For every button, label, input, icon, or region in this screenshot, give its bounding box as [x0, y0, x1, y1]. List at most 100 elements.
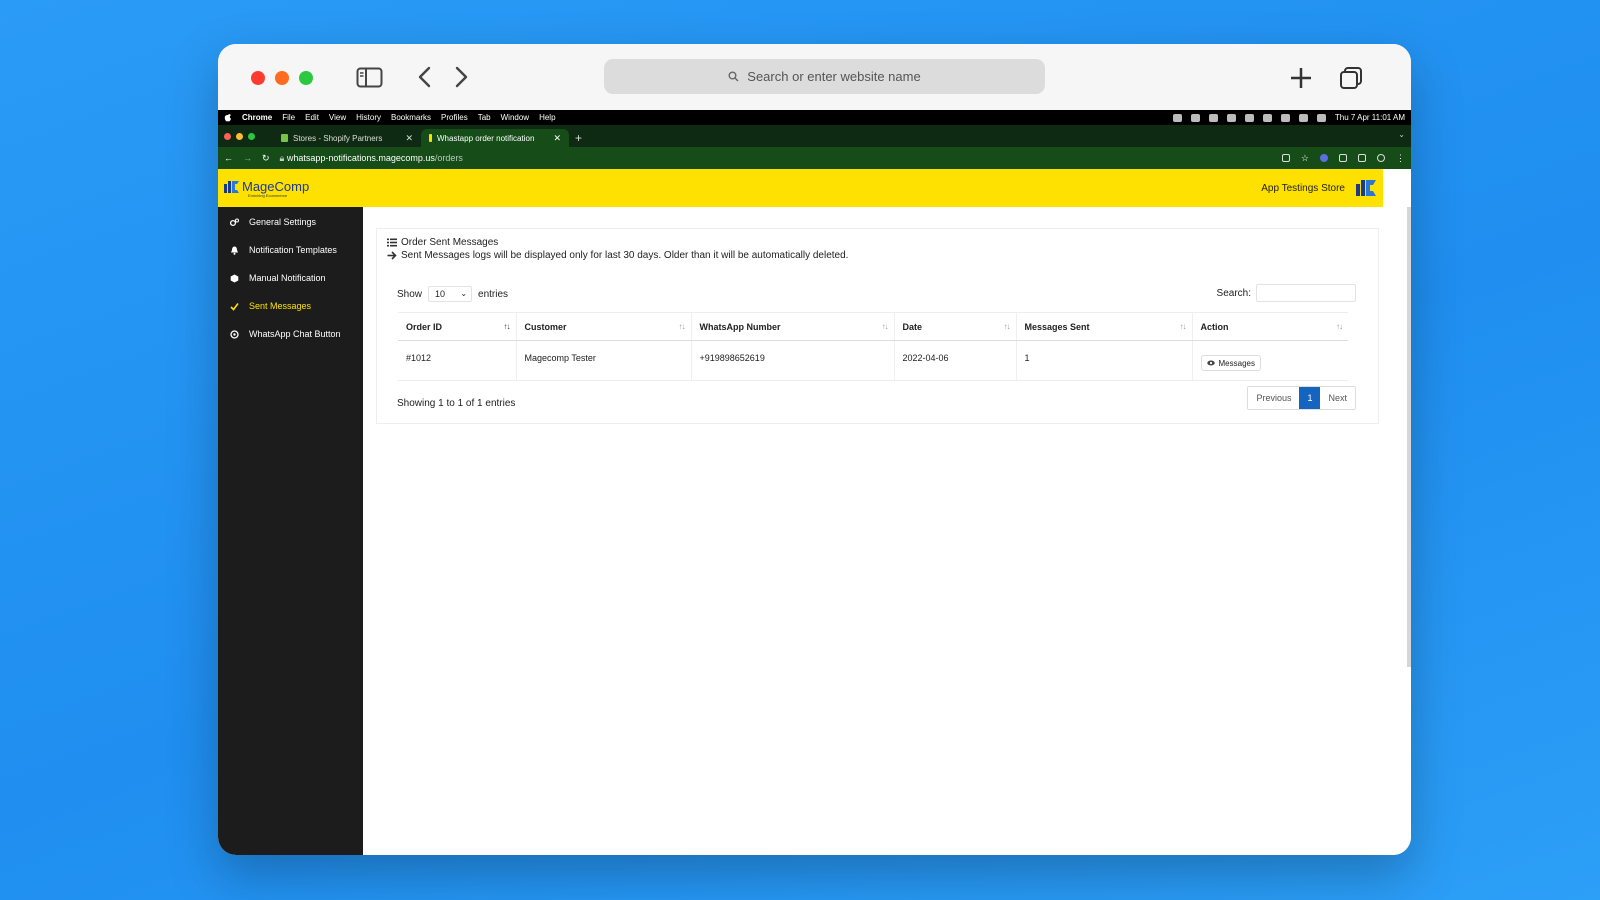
- sidebar-item-label: General Settings: [249, 217, 317, 227]
- whatsapp-icon: [230, 329, 239, 339]
- close-tab-icon[interactable]: ✕: [405, 133, 413, 144]
- share-icon[interactable]: [1281, 154, 1290, 162]
- chrome-forward-icon[interactable]: →: [243, 153, 252, 163]
- menu-bookmarks[interactable]: Bookmarks: [391, 113, 431, 122]
- address-placeholder: Search or enter website name: [747, 69, 921, 84]
- column-header-action[interactable]: Action ↑↓: [1191, 312, 1348, 341]
- gears-icon: [230, 218, 239, 226]
- tab-label: Whastapp order notification: [437, 133, 535, 143]
- url-host: whatsapp-notifications.magecomp.us: [286, 152, 435, 163]
- status-icon[interactable]: [1208, 113, 1218, 122]
- plus-icon[interactable]: [1286, 63, 1316, 93]
- close-tab-icon[interactable]: ✕: [553, 133, 561, 144]
- url-path: /orders: [434, 152, 463, 163]
- sort-icon: ↑↓: [678, 322, 686, 331]
- new-tab-button[interactable]: +: [575, 129, 582, 147]
- lock-icon: 🔒︎: [279, 152, 287, 163]
- bluetooth-icon[interactable]: [1244, 113, 1254, 122]
- menu-file[interactable]: File: [282, 113, 295, 122]
- extension-icon[interactable]: [1320, 154, 1328, 162]
- chrome-close-button[interactable]: [224, 132, 231, 140]
- table-row: #1012 Magecomp Tester +919898652619 2022…: [398, 340, 1348, 381]
- chrome-menu-icon[interactable]: ⋮: [1396, 153, 1405, 164]
- store-info[interactable]: App Testings Store: [1261, 177, 1377, 199]
- chrome-back-icon[interactable]: ←: [224, 153, 233, 163]
- cell-date: 2022-04-06: [893, 340, 1016, 381]
- sidebar-icon[interactable]: [356, 67, 383, 88]
- page-1-button[interactable]: 1: [1299, 387, 1321, 409]
- back-icon[interactable]: [414, 64, 436, 90]
- extensions-puzzle-icon[interactable]: [1339, 154, 1347, 162]
- column-header-order-id[interactable]: Order ID ↑↓: [398, 312, 516, 341]
- spotlight-icon[interactable]: [1280, 113, 1290, 122]
- cell-customer: Magecomp Tester: [515, 340, 691, 381]
- column-header-customer[interactable]: Customer ↑↓: [515, 312, 691, 341]
- profile-icon[interactable]: [1377, 154, 1385, 162]
- minimize-window-button[interactable]: [275, 71, 289, 85]
- menu-edit[interactable]: Edit: [305, 113, 319, 122]
- magecomp-logo[interactable]: MageComp Enriching Ecommerce: [224, 179, 309, 198]
- status-icon[interactable]: [1190, 113, 1200, 122]
- next-page-button[interactable]: Next: [1320, 387, 1355, 409]
- safari-address-bar[interactable]: Search or enter website name: [604, 59, 1045, 94]
- chrome-minimize-button[interactable]: [236, 132, 243, 140]
- column-label: Order ID: [406, 321, 443, 332]
- side-panel-icon[interactable]: [1358, 154, 1366, 162]
- volume-icon[interactable]: [1226, 113, 1236, 122]
- view-messages-button[interactable]: Messages: [1200, 355, 1261, 371]
- chrome-zoom-button[interactable]: [248, 132, 255, 140]
- store-logo-icon: [1356, 180, 1376, 196]
- page-scrollbar[interactable]: [1407, 207, 1411, 667]
- eye-icon: [1206, 360, 1215, 366]
- sidebar-item-general-settings[interactable]: General Settings: [218, 208, 363, 236]
- browser-window: Search or enter website name Chrome File…: [218, 44, 1411, 855]
- search-input[interactable]: [1256, 284, 1356, 302]
- column-label: WhatsApp Number: [699, 321, 781, 332]
- tab-whatsapp-notification[interactable]: Whastapp order notification ✕: [421, 129, 569, 147]
- zoom-window-button[interactable]: [299, 71, 313, 85]
- tab-search-icon[interactable]: ⌄: [1398, 130, 1405, 139]
- column-header-messages-sent[interactable]: Messages Sent ↑↓: [1015, 312, 1192, 341]
- tabs-icon[interactable]: [1336, 63, 1366, 93]
- sidebar-item-sent-messages[interactable]: Sent Messages: [218, 292, 363, 320]
- search-label: Search:: [1216, 287, 1251, 299]
- sort-icon: ↑↓: [1003, 322, 1011, 331]
- app-header: MageComp Enriching Ecommerce App Testing…: [218, 169, 1383, 207]
- tab-shopify-partners[interactable]: Stores - Shopify Partners ✕: [273, 129, 421, 147]
- page-title: Order Sent Messages: [401, 237, 499, 248]
- column-header-date[interactable]: Date ↑↓: [893, 312, 1016, 341]
- control-center-icon[interactable]: [1298, 113, 1308, 122]
- menu-help[interactable]: Help: [539, 113, 555, 122]
- apple-icon[interactable]: [224, 113, 232, 122]
- showing-entries-text: Showing 1 to 1 of 1 entries: [397, 398, 516, 409]
- tab-label: Stores - Shopify Partners: [293, 133, 383, 143]
- close-window-button[interactable]: [251, 71, 265, 85]
- reload-icon[interactable]: ↻: [262, 153, 270, 164]
- sort-icon: ↑↓: [1179, 322, 1187, 331]
- sidebar-item-label: Sent Messages: [249, 301, 312, 311]
- menu-chrome[interactable]: Chrome: [242, 113, 272, 122]
- column-header-whatsapp-number[interactable]: WhatsApp Number ↑↓: [690, 312, 894, 341]
- bookmark-star-icon[interactable]: ☆: [1301, 153, 1309, 164]
- wifi-icon[interactable]: [1262, 113, 1272, 122]
- status-icon[interactable]: [1172, 113, 1182, 122]
- url-bar[interactable]: 🔒︎ whatsapp-notifications.magecomp.us/or…: [280, 153, 463, 164]
- sidebar-item-manual-notification[interactable]: Manual Notification: [218, 264, 363, 292]
- previous-page-button[interactable]: Previous: [1248, 387, 1300, 409]
- forward-icon[interactable]: [450, 64, 472, 90]
- menu-history[interactable]: History: [356, 113, 381, 122]
- sidebar: General Settings Notification Templates …: [218, 207, 363, 855]
- menu-profiles[interactable]: Profiles: [441, 113, 468, 122]
- magecomp-logo-icon: [224, 180, 239, 193]
- siri-icon[interactable]: [1316, 113, 1326, 122]
- screen: Chrome File Edit View History Bookmarks …: [218, 110, 1411, 855]
- entries-select[interactable]: 10 ⌄: [428, 286, 473, 302]
- menu-tab[interactable]: Tab: [478, 113, 491, 122]
- store-name: App Testings Store: [1261, 182, 1345, 194]
- menu-view[interactable]: View: [329, 113, 346, 122]
- sidebar-item-whatsapp-chat-button[interactable]: WhatsApp Chat Button: [218, 320, 363, 348]
- chevron-down-icon: ⌄: [460, 289, 468, 298]
- sort-icon: ↑↓: [1336, 322, 1343, 331]
- sidebar-item-notification-templates[interactable]: Notification Templates: [218, 236, 363, 264]
- menu-window[interactable]: Window: [501, 113, 529, 122]
